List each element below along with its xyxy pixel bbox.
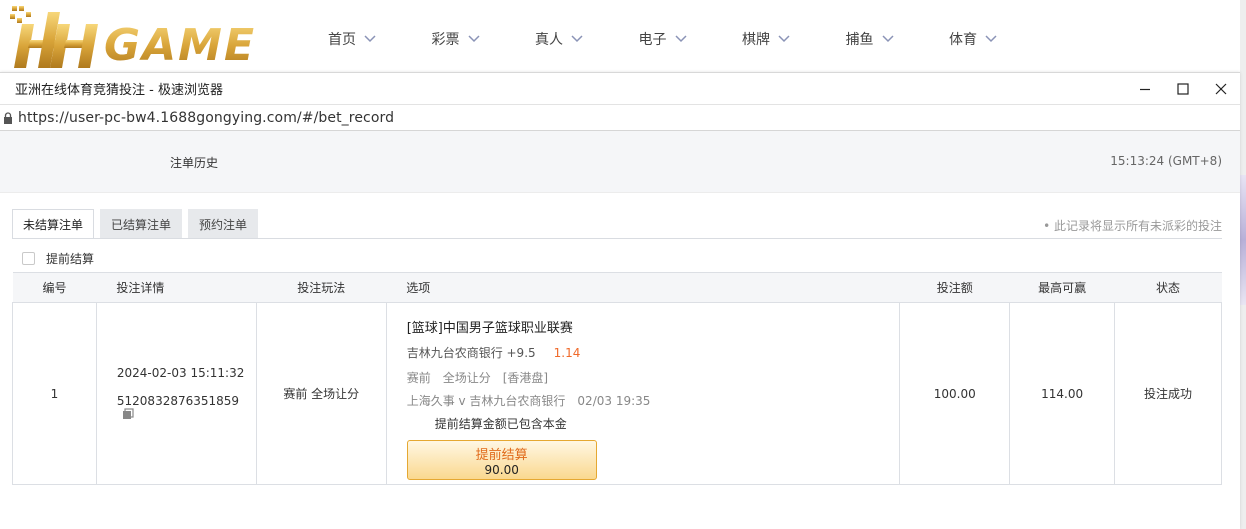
minimize-button[interactable] — [1126, 73, 1164, 105]
bet-time: 2024-02-03 15:11:32 — [116, 365, 245, 380]
nav-cards-label: 棋牌 — [742, 32, 770, 48]
header-play-type: 投注玩法 — [256, 272, 387, 303]
early-settle-label: 提前结算 — [46, 252, 95, 266]
nav-sports-label: 体育 — [949, 32, 977, 48]
stake-cell: 100.00 — [899, 302, 1011, 485]
bet-detail-cell: 2024-02-03 15:11:32 5120832876351859 — [95, 302, 257, 485]
background-page-edge — [1240, 0, 1246, 529]
early-settle-button-label: 提前结算 — [475, 448, 528, 463]
nav-sports[interactable]: 体育 — [949, 28, 1053, 50]
market: 全场让分 — [442, 371, 491, 385]
maximize-button[interactable] — [1164, 73, 1202, 105]
records-note: • 此记录将显示所有未派彩的投注 — [1043, 219, 1222, 233]
nav-home-label: 首页 — [328, 32, 356, 48]
header-bet-detail: 投注详情 — [96, 272, 257, 303]
bet-tabs: 未结算注单 已结算注单 预约注单 — [12, 209, 264, 239]
address-bar[interactable]: https://user-pc-bw4.1688gongying.com/#/b… — [0, 105, 1240, 131]
order-id: 5120832876351859 — [116, 393, 240, 408]
max-win-cell: 114.00 — [1009, 302, 1116, 485]
site-header: GAME 首页 彩票 真人 电子 棋牌 捕鱼 体育 — [0, 0, 1246, 75]
chevron-down-icon — [467, 35, 480, 43]
tab-settled[interactable]: 已结算注单 — [100, 209, 183, 239]
play-type-cell: 赛前 全场让分 — [255, 302, 387, 485]
svg-text:GAME: GAME — [104, 20, 256, 70]
url-text[interactable]: https://user-pc-bw4.1688gongying.com/#/b… — [18, 110, 394, 126]
header-status: 状态 — [1114, 272, 1222, 303]
nav-slots-label: 电子 — [638, 32, 667, 48]
status-cell: 投注成功 — [1114, 302, 1222, 485]
nav-fishing-label: 捕鱼 — [845, 32, 874, 48]
tabs-divider — [12, 238, 1222, 239]
page-title: 注单历史 — [170, 156, 219, 170]
copy-icon[interactable] — [122, 407, 134, 420]
nav-slots[interactable]: 电子 — [639, 28, 743, 50]
league-name: [篮球]中国男子篮球职业联赛 — [406, 321, 573, 336]
match-teams: 上海久事 v 吉林九台农商银行 — [406, 394, 566, 408]
close-icon — [1215, 83, 1227, 94]
order-id-line: 5120832876351859 — [117, 394, 255, 422]
table-row: 1 2024-02-03 15:11:32 5120832876351859 赛… — [12, 302, 1222, 485]
early-settle-checkbox[interactable] — [22, 252, 35, 265]
early-settle-filter[interactable]: 提前结算 — [22, 250, 94, 267]
odds-value: 1.14 — [553, 346, 581, 360]
browser-window: 亚洲在线体育竞猜投注 - 极速浏览器 https://user-pc-bw4.1… — [0, 72, 1240, 529]
current-time: 15:13:24 (GMT+8) — [1110, 154, 1222, 168]
early-settle-button[interactable]: 提前结算 90.00 — [406, 440, 597, 480]
minimize-icon — [1140, 88, 1150, 90]
selection-cell: [篮球]中国男子篮球职业联赛 吉林九台农商银行 +9.5 1.14 赛前 全场让分 [… — [385, 302, 901, 485]
pick-team: 吉林九台农商银行 +9.5 — [406, 346, 536, 360]
chevron-down-icon — [778, 35, 790, 43]
cashout-note: 提前结算金额已包含本金 — [434, 417, 567, 431]
match-line: 上海久事 v 吉林九台农商银行 02/03 19:35 — [407, 392, 899, 409]
page-header: 注单历史 15:13:24 (GMT+8) — [0, 131, 1240, 193]
period: 赛前 — [406, 371, 431, 385]
nav-live-label: 真人 — [535, 32, 563, 48]
header-max-win: 最高可赢 — [1009, 272, 1115, 303]
pick-line: 吉林九台农商银行 +9.5 1.14 — [407, 344, 899, 361]
chevron-down-icon — [571, 35, 583, 43]
window-titlebar[interactable]: 亚洲在线体育竞猜投注 - 极速浏览器 — [0, 73, 1240, 105]
chevron-down-icon — [881, 35, 894, 43]
chevron-down-icon — [674, 35, 687, 43]
tab-reserved[interactable]: 预约注单 — [188, 209, 259, 239]
header-stake: 投注额 — [899, 272, 1010, 303]
match-time: 02/03 19:35 — [577, 394, 651, 408]
nav-cards[interactable]: 棋牌 — [742, 28, 846, 50]
header-selection: 选项 — [386, 272, 900, 303]
background-banner-fragment — [1240, 175, 1246, 305]
bets-table: 编号 投注详情 投注玩法 选项 投注额 最高可赢 状态 1 2024-02-03… — [12, 272, 1222, 485]
nav-home[interactable]: 首页 — [328, 28, 432, 50]
nav-live[interactable]: 真人 — [535, 28, 639, 50]
tab-unsettled[interactable]: 未结算注单 — [12, 209, 95, 239]
market-line: 赛前 全场让分 [香港盘] — [407, 369, 899, 386]
early-settle-amount: 90.00 — [484, 463, 519, 477]
row-number: 1 — [12, 302, 97, 485]
nav-lottery-label: 彩票 — [431, 32, 460, 48]
nav-fishing[interactable]: 捕鱼 — [846, 28, 950, 50]
window-title: 亚洲在线体育竞猜投注 - 极速浏览器 — [15, 83, 223, 98]
chevron-down-icon — [985, 35, 997, 43]
header-number: 编号 — [12, 272, 97, 303]
handicap-type: [香港盘] — [502, 371, 549, 385]
maximize-icon — [1177, 82, 1189, 95]
nav-lottery[interactable]: 彩票 — [432, 28, 536, 50]
lock-icon — [4, 111, 12, 124]
hh-game-logo[interactable]: GAME — [8, 4, 278, 70]
chevron-down-icon — [364, 35, 376, 43]
close-button[interactable] — [1202, 73, 1240, 105]
table-header-row: 编号 投注详情 投注玩法 选项 投注额 最高可赢 状态 — [12, 272, 1222, 303]
